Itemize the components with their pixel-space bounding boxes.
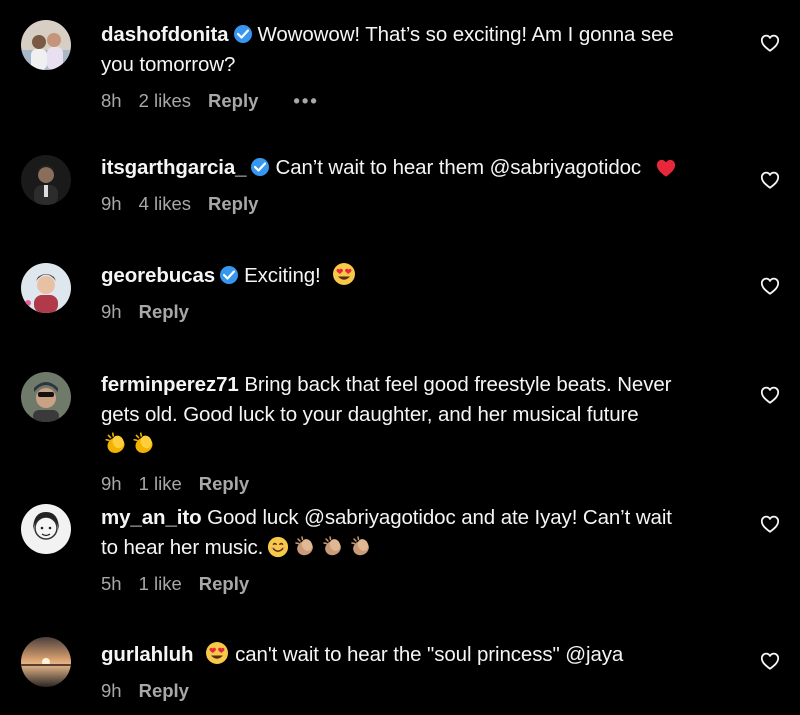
avatar[interactable] [21,263,71,313]
comment-meta: 5h 1 like Reply [101,569,730,599]
smiling-face-icon [267,536,289,558]
reply-button[interactable]: Reply [199,573,249,594]
likes-count[interactable]: 1 like [139,573,182,594]
heart-outline-icon[interactable] [760,34,780,52]
comment-text-line: to hear her music. [101,536,264,559]
comment-text-line: you tomorrow? [101,53,236,76]
comment-text: my_an_ito Good luck @sabriyagotidoc and … [101,503,730,563]
comment-text: itsgarthgarcia_ Can’t wait to hear them @… [101,153,730,183]
avatar[interactable] [21,20,71,70]
clapping-hands-icon [103,430,129,456]
clapping-hands-icon [321,534,345,558]
comment-text-line: Bring back that feel good freestyle beat… [244,373,672,396]
verified-badge-icon [251,158,270,176]
username[interactable]: my_an_ito [101,506,202,529]
comment-meta: 8h 2 likes Reply ••• [101,86,730,116]
timestamp: 9h [101,301,122,322]
heart-outline-icon[interactable] [760,277,780,295]
comment-text-line: Good luck @sabriyagotidoc and ate Iyay! … [207,506,672,529]
comment-text-line: Exciting! [244,264,321,287]
heart-eyes-emoji-icon [205,641,229,665]
comment-text: gurlahluh can't wait to hear the "soul p… [101,640,730,670]
heart-outline-icon[interactable] [760,386,780,404]
comment-text-line: can't wait to hear the "soul princess" @… [235,643,624,666]
reply-button[interactable]: Reply [208,90,258,111]
username[interactable]: georebucas [101,264,215,287]
comment-text: dashofdonita Wowowow! That’s so exciting!… [101,20,730,80]
timestamp: 8h [101,90,122,111]
timestamp: 5h [101,573,122,594]
clapping-hands-icon [131,430,157,456]
username[interactable]: ferminperez71 [101,373,239,396]
comment-text-line: gets old. Good luck to your daughter, an… [101,403,639,426]
username[interactable]: itsgarthgarcia_ [101,156,247,179]
heart-outline-icon[interactable] [760,171,780,189]
username[interactable]: dashofdonita [101,23,229,46]
more-options-icon[interactable]: ••• [293,90,318,111]
avatar[interactable] [21,637,71,687]
comment-text: georebucas Exciting! [101,261,730,291]
reply-button[interactable]: Reply [139,680,189,701]
verified-badge-icon [233,25,252,43]
comment-meta: 9h 4 likes Reply [101,189,730,219]
timestamp: 9h [101,680,122,701]
likes-count[interactable]: 2 likes [139,90,191,111]
avatar[interactable] [21,372,71,422]
verified-badge-icon [220,266,239,284]
avatar[interactable] [21,155,71,205]
comment-text: ferminperez71 Bring back that feel good … [101,370,730,461]
avatar[interactable] [21,504,71,554]
timestamp: 9h [101,193,122,214]
comment-meta: 9h Reply [101,297,730,327]
clapping-hands-icon [293,534,317,558]
likes-count[interactable]: 4 likes [139,193,191,214]
username[interactable]: gurlahluh [101,643,194,666]
heart-outline-icon[interactable] [760,515,780,533]
reply-button[interactable]: Reply [139,301,189,322]
comment-meta: 9h Reply [101,676,730,706]
heart-eyes-emoji-icon [332,262,356,286]
reply-button[interactable]: Reply [208,193,258,214]
comment-text-line: Wowowow! That’s so exciting! Am I gonna … [257,23,674,46]
heart-outline-icon[interactable] [760,652,780,670]
likes-count[interactable]: 1 like [139,473,182,494]
clapping-hands-icon [349,534,373,558]
timestamp: 9h [101,473,122,494]
red-heart-icon [655,158,677,178]
comment-meta: 9h 1 like Reply [101,469,730,499]
comment-text-line: Can’t wait to hear them @sabriyagotidoc [275,156,642,179]
reply-button[interactable]: Reply [199,473,249,494]
